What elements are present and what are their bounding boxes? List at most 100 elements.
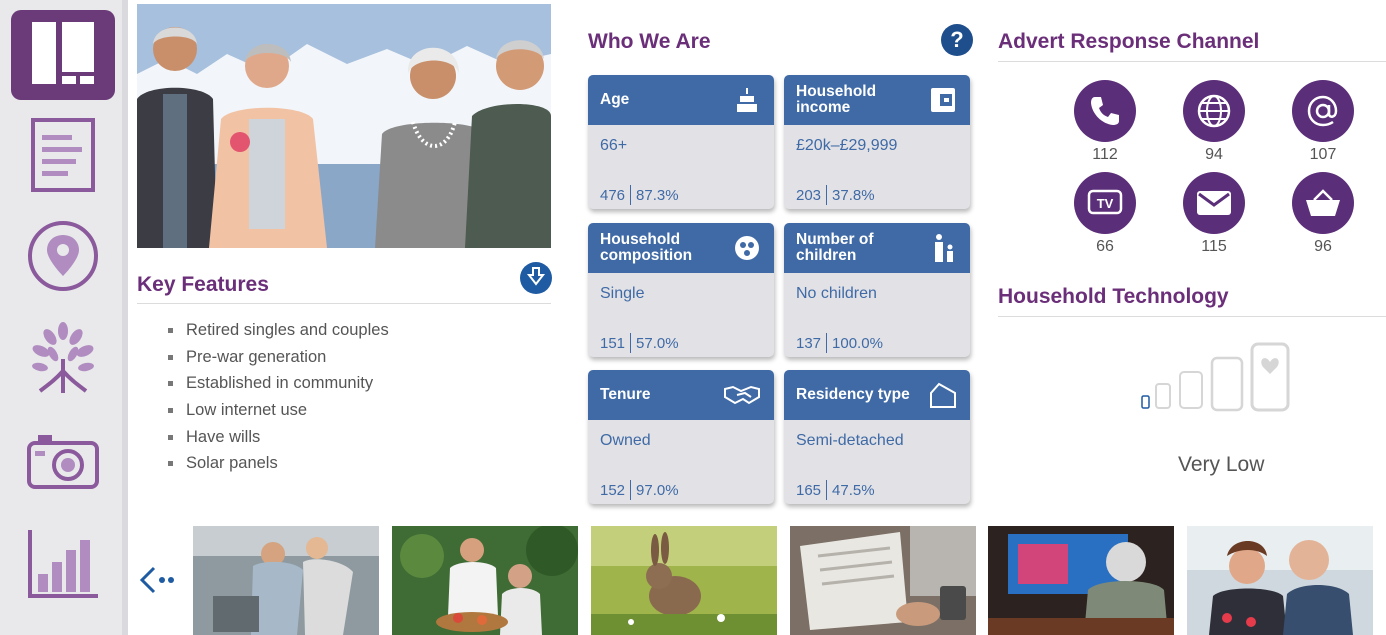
channel-value: 66 <box>1096 238 1114 255</box>
list-item: Solar panels <box>168 453 389 480</box>
envelope-icon <box>1183 172 1245 234</box>
card-household-income[interactable]: Household income £20k–£29,999 203 37.8% <box>784 75 970 209</box>
help-button[interactable]: ? <box>941 24 973 56</box>
handshake-icon <box>722 380 762 410</box>
card-residency-type[interactable]: Residency type Semi-detached 165 47.5% <box>784 370 970 504</box>
card-title: Number of children <box>796 231 874 264</box>
svg-text:TV: TV <box>1097 196 1114 211</box>
sidebar-item-report[interactable] <box>11 112 115 202</box>
sidebar-item-lifestyle[interactable] <box>11 316 115 406</box>
card-count: 151 <box>600 334 626 352</box>
card-age[interactable]: Age 66+ 476 87.3% <box>588 75 774 209</box>
shopping-basket-icon <box>1292 172 1354 234</box>
card-stats: 151 57.0% <box>600 333 679 353</box>
card-count: 476 <box>600 186 626 204</box>
card-count: 203 <box>796 186 822 204</box>
sidebar-item-location[interactable] <box>11 213 115 303</box>
card-title: Household composition <box>600 231 693 264</box>
card-stats: 165 47.5% <box>796 480 875 500</box>
channel-value: 94 <box>1205 146 1223 163</box>
sidebar <box>0 0 128 635</box>
channel-tv: TV 66 <box>1073 172 1137 256</box>
adult-child-icon <box>928 233 958 263</box>
list-item: Pre-war generation <box>168 347 389 374</box>
card-value: No children <box>796 285 877 302</box>
birthday-cake-icon <box>732 85 762 115</box>
channel-web: 94 <box>1182 80 1246 164</box>
list-item: Retired singles and couples <box>168 320 389 347</box>
channel-value: 112 <box>1092 146 1118 163</box>
advert-response-title: Advert Response Channel <box>998 30 1260 53</box>
tv-icon: TV <box>1074 172 1136 234</box>
divider <box>998 61 1386 62</box>
key-features-title: Key Features <box>137 273 269 296</box>
card-count: 137 <box>796 334 822 352</box>
download-arrow-icon <box>526 266 546 291</box>
layout-icon <box>28 18 98 93</box>
card-count: 165 <box>796 481 822 499</box>
divider <box>137 303 551 304</box>
divider <box>998 316 1386 317</box>
camera-icon <box>26 431 100 496</box>
card-title: Tenure <box>600 386 651 403</box>
channel-value: 115 <box>1201 238 1227 255</box>
who-we-are-title: Who We Are <box>588 30 711 53</box>
gallery-thumbnail-couple[interactable] <box>1187 526 1373 635</box>
card-percent: 87.3% <box>636 186 679 204</box>
channel-value: 107 <box>1309 146 1337 163</box>
card-stats: 137 100.0% <box>796 333 883 353</box>
card-number-of-children[interactable]: Number of children No children 137 100.0… <box>784 223 970 357</box>
key-features-list: Retired singles and couples Pre-war gene… <box>168 320 389 480</box>
wallet-icon <box>928 85 958 115</box>
channel-shop: 96 <box>1291 172 1355 256</box>
hero-illustration <box>137 4 551 248</box>
house-icon <box>928 380 958 410</box>
card-value: Single <box>600 285 645 302</box>
help-icon: ? <box>950 27 964 52</box>
household-technology-title: Household Technology <box>998 285 1229 308</box>
gallery-thumbnail-shopping[interactable] <box>193 526 379 635</box>
card-stats: 152 97.0% <box>600 480 679 500</box>
globe-icon <box>1183 80 1245 142</box>
channel-mail: 115 <box>1182 172 1246 256</box>
channel-value: 96 <box>1314 238 1332 255</box>
sidebar-item-gallery[interactable] <box>11 418 115 508</box>
card-percent: 97.0% <box>636 481 679 499</box>
bar-chart-icon <box>26 526 100 605</box>
at-sign-icon <box>1292 80 1354 142</box>
card-title: Household income <box>796 83 877 116</box>
card-tenure[interactable]: Tenure Owned 152 97.0% <box>588 370 774 504</box>
card-value: Owned <box>600 432 651 449</box>
gallery-back-button[interactable] <box>138 562 178 598</box>
card-value: 66+ <box>600 137 628 154</box>
channel-email: 107 <box>1291 80 1355 164</box>
card-value: £20k–£29,999 <box>796 137 898 154</box>
list-item: Have wills <box>168 427 389 454</box>
card-percent: 47.5% <box>832 481 875 499</box>
technology-level-label: Very Low <box>1178 453 1265 476</box>
location-pin-icon <box>26 219 100 298</box>
phone-icon <box>1074 80 1136 142</box>
gallery-thumbnail-watching-tv[interactable] <box>988 526 1174 635</box>
card-percent: 100.0% <box>832 334 883 352</box>
card-percent: 37.8% <box>832 186 875 204</box>
card-title: Age <box>600 91 630 108</box>
sidebar-item-overview[interactable] <box>11 10 115 100</box>
card-percent: 57.0% <box>636 334 679 352</box>
card-stats: 476 87.3% <box>600 185 679 205</box>
list-item: Low internet use <box>168 400 389 427</box>
gallery-thumbnail-newspaper[interactable] <box>790 526 976 635</box>
card-count: 152 <box>600 481 626 499</box>
tree-icon <box>28 321 98 402</box>
gallery-thumbnail-gardening[interactable] <box>392 526 578 635</box>
card-household-composition[interactable]: Household composition Single 151 57.0% <box>588 223 774 357</box>
household-composition-icon <box>732 233 762 263</box>
channel-phone: 112 <box>1073 80 1137 164</box>
list-item: Established in community <box>168 373 389 400</box>
device-level-icon <box>1140 340 1292 419</box>
gallery-thumbnail-rabbit[interactable] <box>591 526 777 635</box>
sidebar-item-charts[interactable] <box>11 520 115 610</box>
back-arrow-icon <box>138 566 178 602</box>
download-button[interactable] <box>520 262 552 294</box>
card-stats: 203 37.8% <box>796 185 875 205</box>
